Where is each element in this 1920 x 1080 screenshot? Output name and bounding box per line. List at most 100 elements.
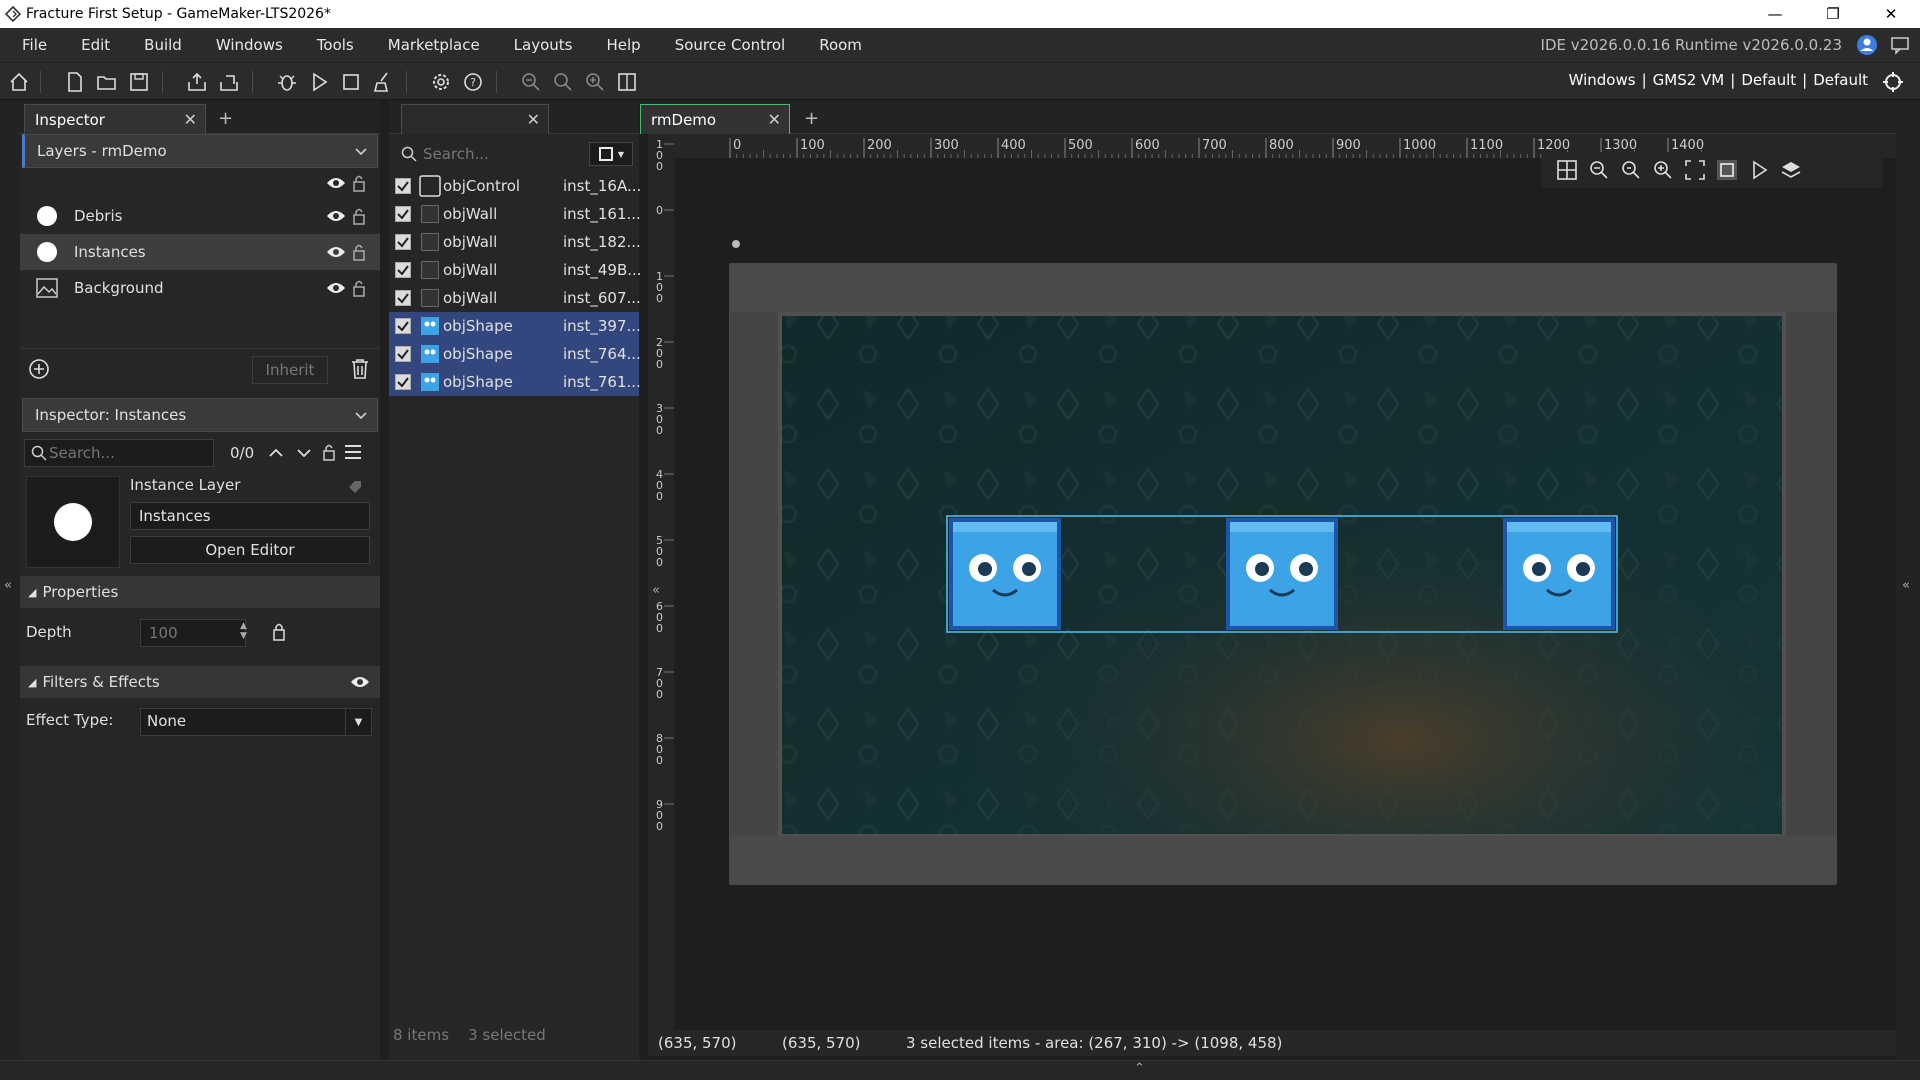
zoom-reset-icon[interactable] <box>1620 159 1642 181</box>
lock-icon[interactable] <box>352 279 366 297</box>
target-platform[interactable]: Windows <box>1569 71 1636 89</box>
inspector-search-input[interactable] <box>49 441 209 465</box>
new-project-icon[interactable] <box>62 69 88 95</box>
depth-field[interactable]: 100 <box>140 619 246 647</box>
account-icon[interactable] <box>1856 34 1878 60</box>
clean-icon[interactable] <box>370 69 396 95</box>
minimize-button[interactable]: — <box>1746 0 1804 28</box>
create-executable-icon[interactable] <box>184 69 210 95</box>
layers-toggle-icon[interactable] <box>1780 159 1802 181</box>
close-icon[interactable]: ✕ <box>184 110 197 129</box>
notifications-icon[interactable] <box>1890 35 1910 59</box>
stop-icon[interactable] <box>338 69 364 95</box>
menu-help[interactable]: Help <box>585 36 653 54</box>
camera-view-icon[interactable] <box>1716 159 1738 181</box>
workspace-icon[interactable] <box>614 69 640 95</box>
menu-marketplace[interactable]: Marketplace <box>367 36 493 54</box>
filters-section[interactable]: ◢ Filters & Effects <box>20 666 380 698</box>
collapse-right-icon[interactable]: « <box>1902 578 1910 593</box>
lock-icon[interactable] <box>322 443 336 461</box>
top-wall[interactable] <box>730 264 1836 312</box>
collapse-left-icon[interactable]: « <box>4 578 12 593</box>
inherit-button[interactable]: Inherit <box>252 356 328 384</box>
target-config[interactable]: Default <box>1741 71 1796 89</box>
right-wall[interactable] <box>1786 312 1836 836</box>
menu-windows[interactable]: Windows <box>195 36 296 54</box>
export-icon[interactable] <box>216 69 242 95</box>
delete-layer-icon[interactable] <box>350 358 370 380</box>
tab-rmDemo[interactable]: rmDemo ✕ <box>640 104 790 134</box>
instance-row[interactable]: objControl inst_16A... <box>389 172 641 200</box>
menu-build[interactable]: Build <box>123 36 195 54</box>
help-icon[interactable]: ? <box>460 69 486 95</box>
objshape-3[interactable] <box>1503 518 1615 630</box>
chevron-up-icon[interactable] <box>268 445 284 461</box>
open-editor-button[interactable]: Open Editor <box>130 536 370 564</box>
layer-row[interactable]: Background <box>20 270 380 306</box>
layer-row[interactable]: Debris <box>20 198 380 234</box>
target-manager-icon[interactable] <box>1882 71 1904 97</box>
close-window-button[interactable]: ✕ <box>1862 0 1920 28</box>
menu-file[interactable]: File <box>0 36 60 54</box>
lock-icon[interactable] <box>272 621 286 641</box>
objshape-2[interactable] <box>1226 518 1338 630</box>
zoom-in-icon[interactable] <box>1652 159 1674 181</box>
menu-room[interactable]: Room <box>798 36 875 54</box>
menu-source-control[interactable]: Source Control <box>654 36 799 54</box>
inspector-instances-dropdown[interactable]: Inspector: Instances <box>22 398 378 432</box>
zoom-out-icon[interactable] <box>518 69 544 95</box>
close-icon[interactable]: ✕ <box>527 110 540 129</box>
eye-icon[interactable] <box>326 245 346 259</box>
instance-row[interactable]: objWall inst_161... <box>389 200 641 228</box>
room-canvas[interactable]: 0 100 200 300 400 500 600 700 800 900 1000 1100 1200… <box>648 134 1896 1030</box>
effect-type-select[interactable]: None ▼ <box>140 708 372 736</box>
tab-unnamed[interactable]: ✕ <box>401 104 549 134</box>
visibility-checkbox[interactable] <box>395 374 411 390</box>
instance-row[interactable]: objWall inst_607... <box>389 284 641 312</box>
visibility-checkbox[interactable] <box>395 206 411 222</box>
open-project-icon[interactable] <box>94 69 120 95</box>
lock-icon[interactable] <box>352 243 366 261</box>
play-room-icon[interactable] <box>1748 159 1770 181</box>
visibility-checkbox[interactable] <box>395 346 411 362</box>
properties-section[interactable]: ◢ Properties <box>20 576 380 608</box>
visibility-checkbox[interactable] <box>395 290 411 306</box>
chevron-down-icon[interactable] <box>296 445 312 461</box>
view-mode-button[interactable]: ▼ <box>589 142 633 166</box>
target-device[interactable]: Default <box>1813 71 1868 89</box>
instance-search-input[interactable] <box>423 142 563 166</box>
bottom-wall[interactable] <box>730 836 1836 884</box>
target-vm[interactable]: GMS2 VM <box>1653 71 1725 89</box>
inspector-search-box[interactable] <box>24 439 214 467</box>
run-icon[interactable] <box>306 69 332 95</box>
zoom-in-icon[interactable] <box>582 69 608 95</box>
layers-dropdown[interactable]: Layers - rmDemo <box>22 134 378 168</box>
settings-icon[interactable] <box>428 69 454 95</box>
depth-stepper[interactable]: ▲ ▼ <box>240 621 247 641</box>
instance-row[interactable]: objWall inst_49B... <box>389 256 642 284</box>
visibility-checkbox[interactable] <box>395 234 411 250</box>
zoom-reset-icon[interactable] <box>550 69 576 95</box>
eye-icon[interactable] <box>326 176 346 190</box>
menu-tools[interactable]: Tools <box>296 36 367 54</box>
add-tab-icon[interactable]: + <box>804 108 819 129</box>
layer-name-field[interactable]: Instances <box>130 502 370 530</box>
instance-row[interactable]: objShape inst_764... <box>389 340 641 368</box>
menu-layouts[interactable]: Layouts <box>493 36 586 54</box>
add-layer-icon[interactable] <box>28 358 50 380</box>
objshape-1[interactable] <box>949 518 1061 630</box>
layer-row[interactable]: Instances <box>20 234 380 270</box>
zoom-out-icon[interactable] <box>1588 159 1610 181</box>
fit-screen-icon[interactable] <box>1684 159 1706 181</box>
visibility-checkbox[interactable] <box>395 262 411 278</box>
expand-output-icon[interactable]: ⌃ <box>1134 1061 1145 1076</box>
menu-edit[interactable]: Edit <box>60 36 123 54</box>
eye-icon[interactable] <box>326 281 346 295</box>
grid-icon[interactable] <box>1556 159 1578 181</box>
restore-button[interactable]: ❐ <box>1804 0 1862 28</box>
debug-icon[interactable] <box>274 69 300 95</box>
menu-icon[interactable] <box>344 444 362 460</box>
tag-icon[interactable] <box>348 480 362 494</box>
eye-icon[interactable] <box>326 209 346 223</box>
home-icon[interactable] <box>6 69 32 95</box>
